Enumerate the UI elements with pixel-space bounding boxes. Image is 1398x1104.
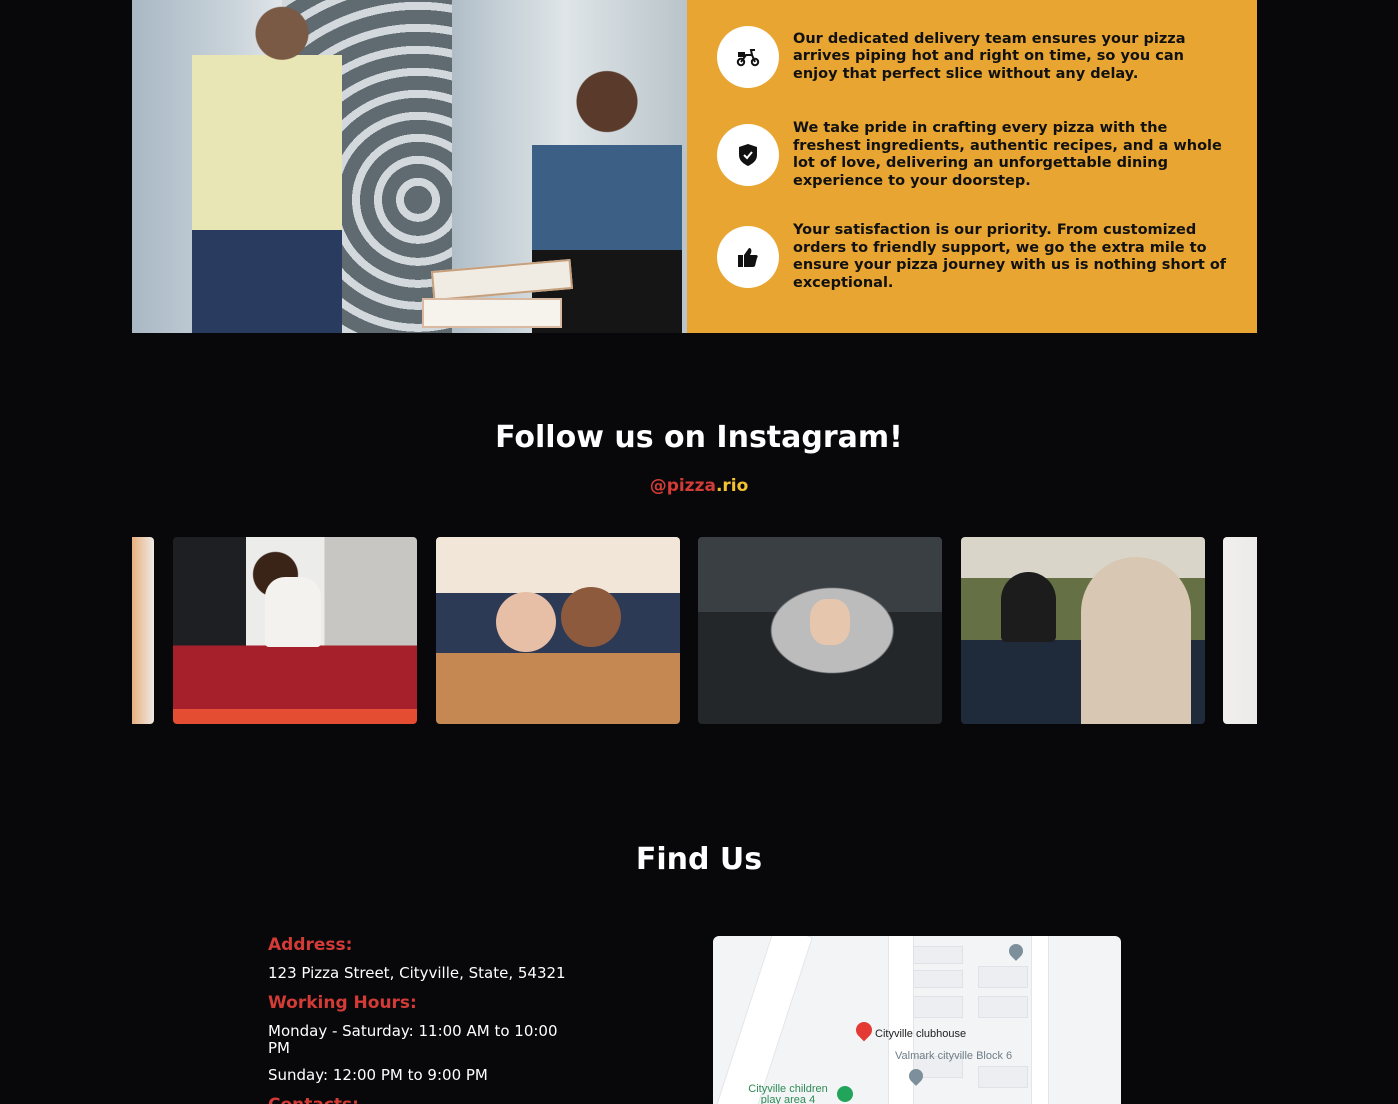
features-panel: Our dedicated delivery team ensures your… <box>687 0 1257 333</box>
gallery-photo[interactable] <box>132 537 154 724</box>
map-pin-icon[interactable] <box>1006 941 1026 961</box>
gallery-photo[interactable] <box>1223 537 1257 724</box>
feature-text: We take pride in crafting every pizza wi… <box>793 120 1222 189</box>
feature-text: Our dedicated delivery team ensures your… <box>793 30 1186 82</box>
map-building <box>978 996 1028 1018</box>
hours-label: Working Hours: <box>268 993 417 1013</box>
location-pin-icon[interactable] <box>852 1018 876 1042</box>
address-value: 123 Pizza Street, Cityville, State, 5432… <box>268 964 566 982</box>
feature-item-delivery: Our dedicated delivery team ensures your… <box>717 26 1227 88</box>
map-building <box>913 946 963 964</box>
map-building <box>913 970 963 988</box>
handle-part-pizza: @pizza <box>649 476 716 496</box>
thumbs-up-icon <box>717 226 779 288</box>
map-building <box>978 1066 1028 1088</box>
shield-check-icon <box>717 124 779 186</box>
park-tree-icon <box>837 1086 853 1102</box>
location-map[interactable]: Cityville clubhouse Valmark cityville Bl… <box>713 936 1121 1104</box>
delivery-photo <box>132 0 687 333</box>
gallery-photo[interactable] <box>698 537 942 724</box>
map-building <box>978 966 1028 988</box>
feature-text: Your satisfaction is our priority. From … <box>793 222 1227 291</box>
map-building <box>913 996 963 1018</box>
handle-part-rio: .rio <box>715 476 749 496</box>
instagram-gallery <box>132 537 1257 724</box>
map-road <box>713 936 813 1104</box>
map-label-main: Cityville clubhouse <box>875 1028 967 1040</box>
map-label-park: Cityville children play area 4 <box>748 1083 828 1104</box>
gallery-photo[interactable] <box>436 537 680 724</box>
contacts-label: Contacts: <box>268 1094 568 1104</box>
feature-item-satisfaction: Your satisfaction is our priority. From … <box>717 222 1227 292</box>
hours-weekdays: Monday - Saturday: 11:00 AM to 10:00 PM <box>268 1022 558 1057</box>
scooter-icon <box>717 26 779 88</box>
map-road <box>1031 936 1049 1104</box>
instagram-title: Follow us on Instagram! <box>495 420 903 455</box>
map-label-secondary: Valmark cityville Block 6 <box>895 1050 1013 1062</box>
hours-sunday: Sunday: 12:00 PM to 9:00 PM <box>268 1066 488 1084</box>
find-us-title: Find Us <box>635 842 763 877</box>
delivery-feature-section: Our dedicated delivery team ensures your… <box>132 0 1257 333</box>
gallery-photo[interactable] <box>961 537 1205 724</box>
instagram-handle-link[interactable]: @pizza.rio <box>0 476 1398 496</box>
address-label: Address: <box>268 935 353 955</box>
feature-item-quality: We take pride in crafting every pizza wi… <box>717 120 1227 190</box>
gallery-photo[interactable] <box>173 537 417 724</box>
contact-info: Address: 123 Pizza Street, Cityville, St… <box>268 934 568 1104</box>
